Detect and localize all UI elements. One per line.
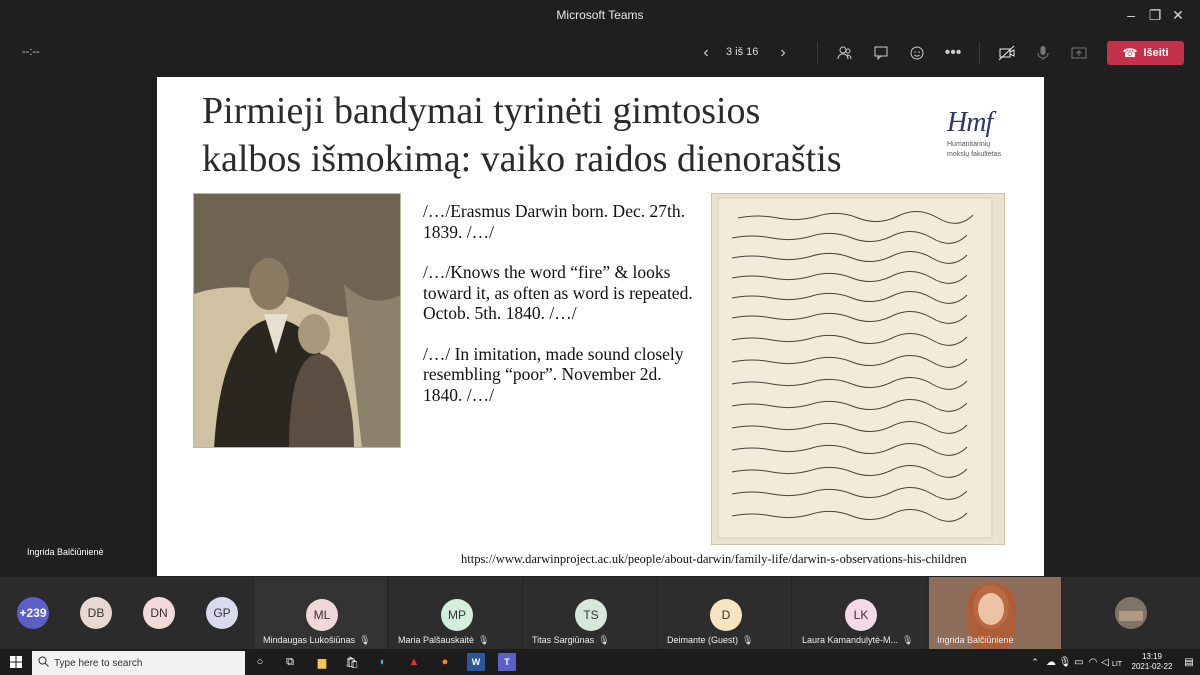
mic-muted-icon: 🎙: [742, 635, 754, 645]
participant-name-text: Maria Palšauskaitė: [398, 635, 475, 645]
toolbar-divider: [979, 42, 980, 64]
avatar: LK: [845, 599, 877, 631]
clock-date: 2021-02-22: [1131, 662, 1173, 671]
store-icon[interactable]: 🛍: [343, 653, 361, 671]
meeting-timer: --:--: [22, 46, 40, 58]
taskbar-clock[interactable]: 13:19 2021-02-22: [1122, 652, 1182, 672]
mic-muted-icon: 🎙: [478, 635, 490, 645]
diary-quotes: /…/Erasmus Darwin born. Dec. 27th. 1839.…: [423, 201, 703, 425]
participant-tile[interactable]: D Deimante (Guest) 🎙: [659, 577, 792, 649]
participant-name-text: Laura Kamandulytė-M...: [802, 635, 899, 645]
slide-title-line-2: kalbos išmokimą: vaiko raidos dienorašti…: [202, 138, 842, 180]
logo-subtitle-2: mokslų fakultetas: [947, 151, 1002, 158]
edge-icon[interactable]: ◐: [374, 653, 392, 671]
diary-manuscript-image: [711, 193, 1005, 545]
participant-name: Titas Sargiūnas 🎙: [532, 635, 610, 646]
source-url[interactable]: https://www.darwinproject.ac.uk/people/a…: [461, 552, 967, 567]
faculty-logo: Hmf Humanitarinių mokslų fakultetas: [947, 107, 1017, 177]
avatar: D: [710, 599, 742, 631]
share-screen-icon[interactable]: [1064, 38, 1094, 68]
participant-bubble[interactable]: GP: [206, 597, 238, 629]
title-bar: Microsoft Teams – ❐ ✕: [0, 0, 1200, 30]
participant-video-tile[interactable]: Ingrida Balčiūnienė: [929, 577, 1062, 649]
slide-pager: 3 iš 16: [726, 46, 759, 58]
mic-muted-icon: 🎙: [359, 635, 371, 645]
slide-title-line-1: Pirmieji bandymai tyrinėti gimtosios: [202, 90, 761, 132]
participant-tile[interactable]: LK Laura Kamandulytė-M... 🎙: [794, 577, 927, 649]
windows-taskbar: Type here to search ○ ⧉ ▆ 🛍 ◐ ▲ ● W T ⌃ …: [0, 649, 1200, 675]
participant-name-text: Titas Sargiūnas: [532, 635, 595, 645]
participant-bubble[interactable]: DB: [80, 597, 112, 629]
logo-mark: Hmf: [947, 107, 993, 138]
previous-slide-button[interactable]: ‹: [691, 38, 721, 68]
mic-muted-icon: 🎙: [598, 635, 610, 645]
more-options-icon[interactable]: •••: [938, 38, 968, 68]
close-button[interactable]: ✕: [1155, 0, 1200, 30]
shared-slide: Pirmieji bandymai tyrinėti gimtosios kal…: [157, 77, 1044, 576]
search-placeholder: Type here to search: [54, 657, 143, 669]
participant-name: Mindaugas Lukošiūnas 🎙: [263, 635, 371, 646]
notifications-icon[interactable]: ▤: [1180, 653, 1198, 671]
quote-1: /…/Erasmus Darwin born. Dec. 27th. 1839.…: [423, 201, 685, 242]
chat-icon[interactable]: [866, 38, 896, 68]
quote-3: /…/ In imitation, made sound closely res…: [423, 343, 684, 405]
acrobat-icon[interactable]: ▲: [405, 653, 423, 671]
participant-name-text: Ingrida Balčiūnienė: [937, 635, 1014, 645]
slide-title: Pirmieji bandymai tyrinėti gimtosios kal…: [202, 87, 1002, 183]
participant-strip: +239 DB DN GP ML Mindaugas Lukošiūnas 🎙 M…: [0, 577, 1200, 649]
participant-tile[interactable]: ML Mindaugas Lukošiūnas 🎙: [255, 577, 388, 649]
leave-label: Išeiti: [1143, 47, 1169, 59]
windows-start-icon[interactable]: [7, 653, 25, 671]
leave-button[interactable]: ☎ Išeiti: [1107, 41, 1184, 65]
camera-off-icon[interactable]: [992, 38, 1022, 68]
avatar: MP: [441, 599, 473, 631]
quote-2: /…/Knows the word “fire” & looks toward …: [423, 262, 693, 323]
avatar: TS: [575, 599, 607, 631]
participants-icon[interactable]: [830, 38, 860, 68]
presenter-name: Ingrida Balčiūnienė: [27, 547, 104, 557]
cortana-icon[interactable]: ○: [251, 653, 269, 671]
avatar: ML: [306, 599, 338, 631]
toolbar-divider: [817, 42, 818, 64]
meeting-toolbar: --:-- ‹ 3 iš 16 › ••• ☎ Išeiti: [0, 30, 1200, 76]
file-explorer-icon[interactable]: ▆: [313, 653, 331, 671]
reactions-icon[interactable]: [902, 38, 932, 68]
clock-time: 13:19: [1141, 652, 1163, 661]
firefox-icon[interactable]: ●: [436, 653, 454, 671]
participant-name-text: Mindaugas Lukošiūnas: [263, 635, 356, 645]
participant-tile[interactable]: MP Maria Palšauskaitė 🎙: [390, 577, 523, 649]
logo-subtitle-1: Humanitarinių: [947, 141, 991, 148]
overflow-participants-badge[interactable]: +239: [17, 597, 49, 629]
self-view-avatar[interactable]: [1115, 597, 1147, 629]
shared-content-stage: Pirmieji bandymai tyrinėti gimtosios kal…: [0, 76, 1200, 576]
search-icon: [38, 656, 49, 670]
taskbar-search-input[interactable]: Type here to search: [32, 651, 245, 675]
task-view-icon[interactable]: ⧉: [281, 653, 299, 671]
participant-tile[interactable]: TS Titas Sargiūnas 🎙: [524, 577, 657, 649]
participant-name: Deimante (Guest) 🎙: [667, 635, 753, 646]
teams-icon[interactable]: T: [498, 653, 516, 671]
window-title: Microsoft Teams: [556, 8, 644, 22]
participant-name-text: Deimante (Guest): [667, 635, 739, 645]
mic-muted-icon: 🎙: [902, 635, 914, 645]
participant-name: Maria Palšauskaitė 🎙: [398, 635, 489, 646]
participant-name: Laura Kamandulytė-M... 🎙: [802, 635, 913, 646]
next-slide-button[interactable]: ›: [768, 38, 798, 68]
darwin-photo: [193, 193, 401, 448]
participant-bubble[interactable]: DN: [143, 597, 175, 629]
word-icon[interactable]: W: [467, 653, 485, 671]
microphone-icon[interactable]: [1028, 38, 1058, 68]
phone-hangup-icon: ☎: [1122, 46, 1138, 60]
participant-name: Ingrida Balčiūnienė: [937, 635, 1014, 645]
